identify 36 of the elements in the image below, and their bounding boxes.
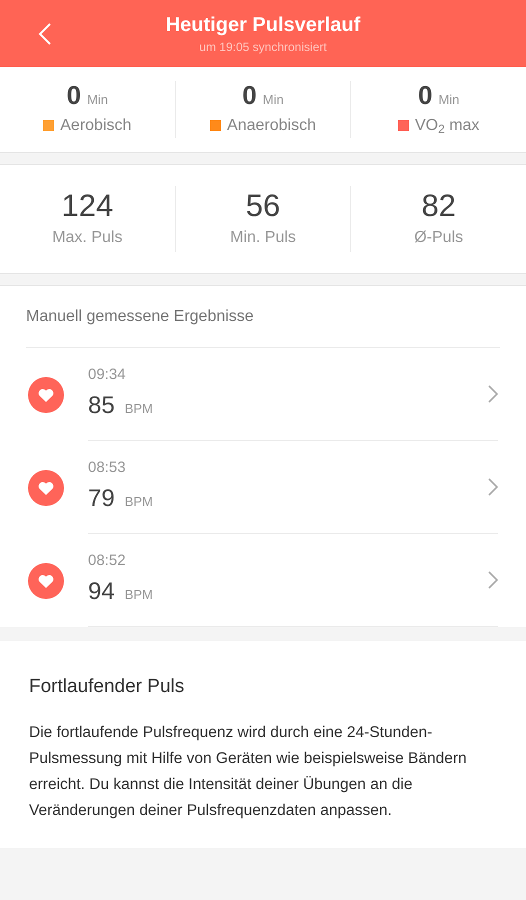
measurement-row[interactable]: 08:52 94 BPM <box>0 534 526 627</box>
measurement-value: 79 <box>88 484 115 514</box>
measurement-unit: BPM <box>124 493 153 512</box>
zone-minutes: 0 <box>66 81 82 110</box>
sync-time: um 19:05 synchronisiert <box>199 38 327 54</box>
zone-minutes: 0 <box>418 81 432 110</box>
zone-label: Anaerobisch <box>227 116 316 136</box>
stat-label: Max. Puls <box>52 228 122 248</box>
measurement-unit: BPM <box>124 586 153 604</box>
chevron-icon <box>488 571 498 589</box>
zone-label: VO$_{2}$ max <box>414 116 480 138</box>
section-title: Manuell gemessene Ergebnisse <box>26 306 254 326</box>
zone-label: Aerobisch <box>60 116 132 136</box>
chevron-icon <box>488 385 498 403</box>
stat-label: Ø-Puls <box>414 228 464 248</box>
stat-value: 56 <box>246 188 280 224</box>
page-title: Heutiger Pulsverlauf <box>166 12 360 36</box>
stat-value: 82 <box>421 188 456 224</box>
measurement-time: 08:52 <box>88 550 127 571</box>
zone-minutes: 0 <box>242 81 257 110</box>
stat-label: Min. Puls <box>230 228 296 248</box>
measurement-value: 85 <box>88 391 115 422</box>
chevron-icon <box>488 478 498 496</box>
zone-unit: Min <box>438 91 460 110</box>
measurement-time: 08:53 <box>88 458 127 478</box>
measurement-time: 09:34 <box>88 364 127 385</box>
measurement-value: 94 <box>88 577 115 608</box>
info-title: Fortlaufender Puls <box>29 675 186 699</box>
stat-value: 124 <box>61 188 114 224</box>
measurement-row[interactable]: 08:53 79 BPM <box>0 441 526 534</box>
info-text: Die fortlaufende Pulsfrequenz wird durch eine 24-Stunden-Pulsmessung mit Hilfe von Geräten wie beispielsweise Bändern erreicht. Du kannst die Intensität deiner Übungen an die Veränderungen deiner Pulsfrequenzdaten anpassen. <box>29 722 468 820</box>
zone-unit: Min <box>262 91 284 110</box>
back-icon <box>38 22 52 46</box>
measurement-unit: BPM <box>124 400 153 418</box>
measurement-row[interactable]: 09:34 85 BPM <box>0 348 526 441</box>
zone-unit: Min <box>87 91 108 110</box>
